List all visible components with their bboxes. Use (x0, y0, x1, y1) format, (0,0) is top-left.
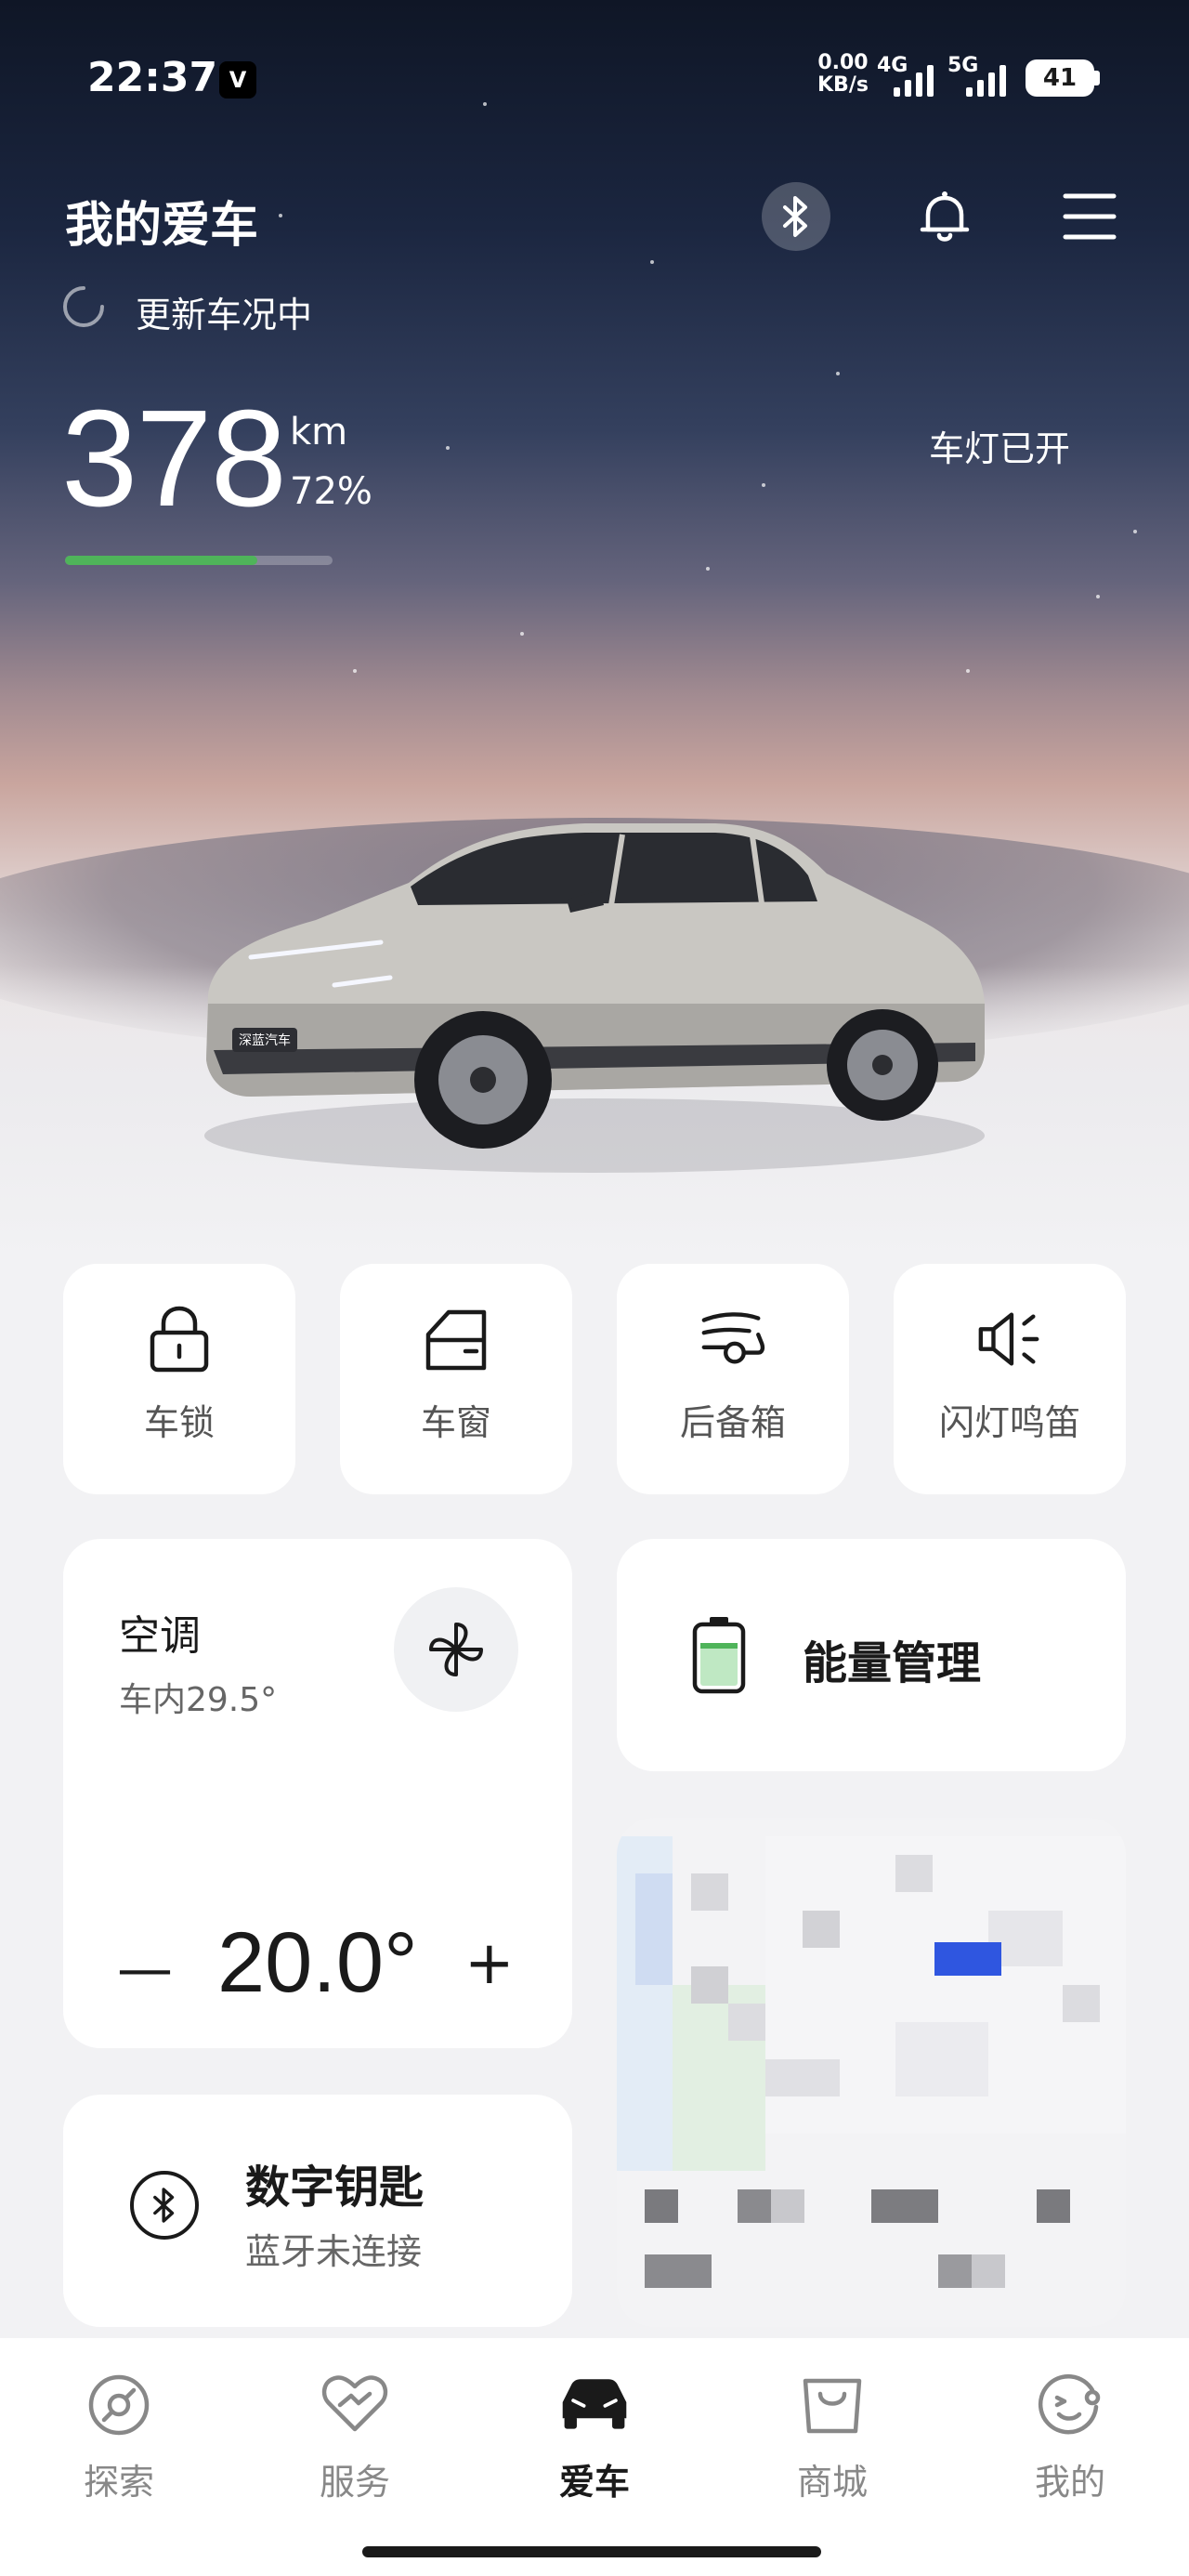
tab-car[interactable]: 爱车 (520, 2366, 669, 2504)
range-unit: km (290, 411, 348, 453)
net-speed-unit: KB/s (817, 73, 869, 97)
bluetooth-icon (783, 196, 807, 237)
bluetooth-button[interactable] (762, 182, 830, 251)
map-location-marker (934, 1942, 1001, 1976)
tab-profile[interactable]: 我的 (996, 2366, 1144, 2504)
tab-explore[interactable]: 探索 (45, 2366, 193, 2504)
page-title: 我的爱车 (65, 198, 259, 254)
app-badge-icon: V (219, 61, 256, 99)
range-progress-fill (65, 556, 258, 565)
battery-level-icon (692, 1617, 746, 1694)
tab-shop-label: 商城 (796, 2462, 868, 2503)
tab-service-label: 服务 (319, 2462, 390, 2503)
trunk-tile[interactable]: 后备箱 (617, 1264, 849, 1494)
tab-explore-label: 探索 (83, 2462, 154, 2503)
range-progress-bar (65, 556, 333, 565)
vehicle-location-map[interactable] (617, 1818, 1126, 2327)
menu-icon (1063, 193, 1117, 240)
tab-profile-label: 我的 (1034, 2462, 1105, 2503)
signal-bars-icon (894, 65, 934, 97)
tab-service[interactable]: 服务 (281, 2366, 429, 2504)
horn-tile[interactable]: 闪灯鸣笛 (894, 1264, 1126, 1494)
window-label: 车窗 (420, 1402, 491, 1443)
climate-title: 空调 (119, 1612, 201, 1660)
battery-percent: 72% (290, 470, 372, 513)
lights-status: 车灯已开 (929, 428, 1071, 469)
climate-card[interactable]: 空调 车内29.5° — 20.0° + (63, 1539, 572, 2048)
temperature-increase-button[interactable]: + (464, 1929, 515, 1998)
range-value: 378 (61, 382, 287, 535)
lock-tile[interactable]: 车锁 (63, 1264, 295, 1494)
bell-icon (920, 191, 970, 242)
climate-power-button[interactable] (394, 1587, 518, 1712)
set-temperature: 20.0° (217, 1915, 418, 2010)
window-tile[interactable]: 车窗 (340, 1264, 572, 1494)
net-speed-value: 0.00 (817, 51, 869, 74)
status-bar: 22:37 V 0.00 KB/s 4G 5G 41 (0, 0, 1189, 158)
trunk-label: 后备箱 (679, 1402, 786, 1443)
digital-key-title: 数字钥匙 (245, 2162, 425, 2214)
profile-icon (1038, 2373, 1101, 2435)
car-image[interactable]: 深蓝汽车 (195, 790, 994, 1180)
tab-car-label: 爱车 (558, 2462, 630, 2503)
battery-icon: 41 (1026, 59, 1094, 97)
tab-shop[interactable]: 商城 (758, 2366, 907, 2504)
loading-spinner-icon (63, 286, 104, 327)
signal-bars-icon (966, 65, 1006, 97)
status-time: 22:37 (87, 54, 218, 101)
home-indicator[interactable] (362, 2546, 821, 2557)
fan-icon (429, 1623, 483, 1676)
bottom-tab-bar: 探索 服务 爱车 商城 我的 (0, 2338, 1189, 2576)
energy-management-label: 能量管理 (803, 1637, 982, 1689)
bluetooth-key-icon (130, 2171, 199, 2240)
temperature-decrease-button[interactable]: — (117, 1937, 173, 2002)
window-icon (425, 1309, 487, 1371)
shop-icon (803, 2378, 862, 2434)
energy-management-card[interactable]: 能量管理 (617, 1539, 1126, 1771)
horn-icon (978, 1312, 1039, 1366)
notification-button[interactable] (910, 182, 979, 251)
refresh-status-text: 更新车况中 (136, 295, 313, 335)
lock-label: 车锁 (143, 1402, 215, 1443)
car-badge: 深蓝汽车 (239, 1032, 291, 1048)
car-icon (562, 2379, 627, 2429)
explore-icon (88, 2374, 150, 2436)
lock-icon (150, 1306, 209, 1373)
menu-button[interactable] (1055, 182, 1124, 251)
trunk-icon (701, 1312, 765, 1364)
service-icon (321, 2375, 388, 2432)
inside-temperature: 车内29.5° (119, 1681, 278, 1719)
horn-label: 闪灯鸣笛 (938, 1402, 1080, 1443)
digital-key-card[interactable]: 数字钥匙 蓝牙未连接 (63, 2095, 572, 2327)
net-speed: 0.00 KB/s (817, 52, 869, 97)
digital-key-status: 蓝牙未连接 (245, 2231, 423, 2272)
